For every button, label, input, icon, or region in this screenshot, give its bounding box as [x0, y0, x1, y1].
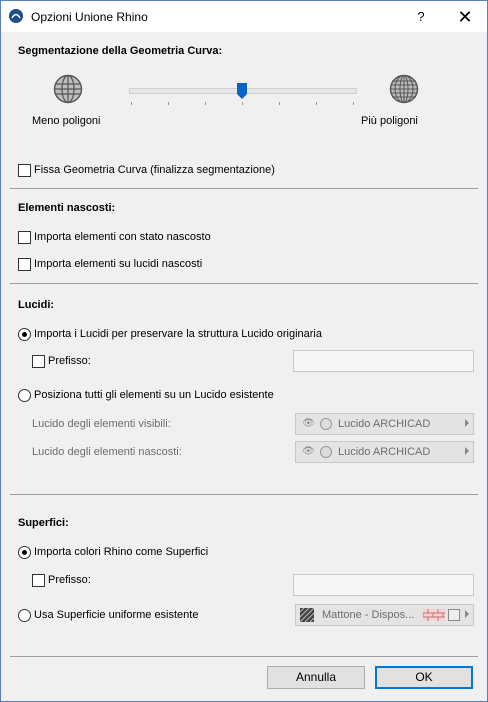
layer-icon: [320, 446, 332, 458]
hidden-elements-heading: Elementi nascosti:: [18, 202, 116, 214]
chevron-right-icon: [465, 610, 469, 618]
hidden-elements-layer-dropdown[interactable]: 👁 Lucido ARCHICAD: [295, 441, 474, 463]
slider-tick: [242, 102, 243, 105]
layers-heading: Lucidi:: [18, 299, 55, 311]
chevron-right-icon: [465, 447, 469, 455]
slider-thumb[interactable]: [237, 83, 247, 99]
surfaces-prefix-input[interactable]: [293, 574, 474, 596]
app-icon: [9, 9, 23, 23]
surfaces-prefix-checkbox[interactable]: [32, 574, 45, 587]
divider: [10, 188, 478, 189]
surface-swatch-icon: [300, 608, 314, 622]
layer-icon: [320, 418, 332, 430]
divider: [10, 494, 478, 495]
divider: [10, 283, 478, 284]
place-existing-layer-label: Posiziona tutti gli elementi su un Lucid…: [34, 389, 274, 401]
segmentation-heading: Segmentazione della Geometria Curva:: [18, 45, 223, 57]
surface-value: Mattone - Dispos...: [322, 609, 415, 621]
close-button[interactable]: ✕: [448, 4, 482, 30]
image-icon: [448, 609, 460, 621]
window-title: Opzioni Unione Rhino: [31, 10, 148, 24]
uniform-surface-dropdown[interactable]: Mattone - Dispos...: [295, 604, 474, 626]
title-bar: Opzioni Unione Rhino ? ✕: [1, 1, 487, 32]
globe-icon-max: [389, 74, 419, 104]
dialog-content: Segmentazione della Geometria Curva: Men…: [1, 32, 487, 701]
import-layers-label: Importa i Lucidi per preservare la strut…: [34, 328, 322, 340]
max-polygons-label: Più poligoni: [361, 115, 418, 127]
import-rhino-colors-label: Importa colori Rhino come Superfici: [34, 546, 209, 558]
slider-tick: [353, 102, 354, 105]
brick-pattern-icon: [423, 609, 445, 621]
hidden-elements-layer-label: Lucido degli elementi nascosti:: [32, 446, 182, 458]
divider: [10, 656, 478, 657]
ok-button[interactable]: OK: [375, 666, 473, 689]
import-hidden-layers-label: Importa elementi su lucidi nascosti: [34, 258, 203, 270]
slider-tick: [168, 102, 169, 105]
dialog-window: Opzioni Unione Rhino ? ✕ Segmentazione d…: [0, 0, 488, 702]
slider-tick: [205, 102, 206, 105]
visible-elements-layer-dropdown[interactable]: 👁 Lucido ARCHICAD: [295, 413, 474, 435]
place-existing-layer-radio[interactable]: [18, 389, 31, 402]
eye-icon: 👁: [302, 446, 315, 457]
cancel-button[interactable]: Annulla: [267, 666, 365, 689]
layers-prefix-label: Prefisso:: [48, 355, 91, 367]
hidden-layer-value: Lucido ARCHICAD: [338, 446, 431, 458]
import-hidden-layers-checkbox[interactable]: [18, 258, 31, 271]
slider-tick: [316, 102, 317, 105]
help-button[interactable]: ?: [406, 4, 436, 30]
visible-elements-layer-label: Lucido degli elementi visibili:: [32, 418, 171, 430]
slider-tick: [131, 102, 132, 105]
uniform-surface-label: Usa Superficie uniforme esistente: [34, 609, 199, 621]
import-layers-radio[interactable]: [18, 328, 31, 341]
globe-icon-min: [53, 74, 83, 104]
visible-layer-value: Lucido ARCHICAD: [338, 418, 431, 430]
surfaces-prefix-label: Prefisso:: [48, 574, 91, 586]
import-hidden-state-checkbox[interactable]: [18, 231, 31, 244]
fix-curved-geometry-label: Fissa Geometria Curva (finalizza segment…: [34, 164, 275, 176]
slider-tick: [279, 102, 280, 105]
layers-prefix-input[interactable]: [293, 350, 474, 372]
surfaces-heading: Superfici:: [18, 517, 69, 529]
import-rhino-colors-radio[interactable]: [18, 546, 31, 559]
eye-icon: 👁: [302, 418, 315, 429]
layers-prefix-checkbox[interactable]: [32, 355, 45, 368]
uniform-surface-radio[interactable]: [18, 609, 31, 622]
min-polygons-label: Meno poligoni: [32, 115, 101, 127]
import-hidden-state-label: Importa elementi con stato nascosto: [34, 231, 211, 243]
fix-curved-geometry-checkbox[interactable]: [18, 164, 31, 177]
chevron-right-icon: [465, 419, 469, 427]
